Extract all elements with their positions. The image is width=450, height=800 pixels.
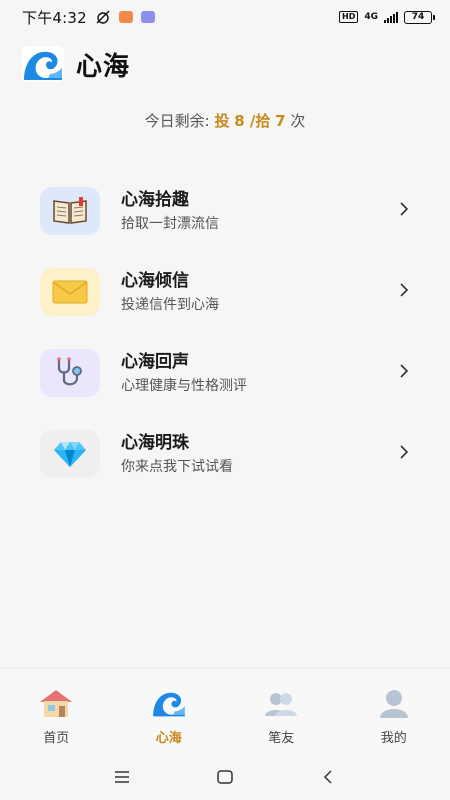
back-icon[interactable] <box>319 770 337 784</box>
wave-logo-icon <box>22 46 64 82</box>
menu-icon-bg <box>40 267 100 316</box>
alarm-off-icon <box>96 10 110 24</box>
tab-penpals[interactable]: 笔友 <box>225 669 338 754</box>
menu-item-send-letter[interactable]: 心海倾信 投递信件到心海 <box>22 251 428 332</box>
battery-level: 74 <box>411 12 425 22</box>
quota-throw-count: 8 <box>234 112 245 130</box>
menu-text: 心海回声 心理健康与性格测评 <box>121 351 247 395</box>
status-bar: 下午4:32 HD 4G 74 <box>0 0 450 34</box>
chevron-right-icon <box>400 202 409 216</box>
menu-item-subtitle: 你来点我下试试看 <box>121 458 233 475</box>
menu-item-pick-letter[interactable]: 心海拾趣 拾取一封漂流信 <box>22 170 428 251</box>
quota-separator: / <box>244 112 256 130</box>
home-square-icon[interactable] <box>216 770 234 784</box>
status-time: 下午4:32 <box>22 8 87 27</box>
menu-item-subtitle: 心理健康与性格测评 <box>121 377 247 394</box>
chevron-right-icon <box>400 445 409 459</box>
battery-icon: 74 <box>404 10 435 24</box>
book-icon <box>53 196 87 224</box>
menu-icon[interactable] <box>113 770 131 784</box>
tab-label: 我的 <box>380 731 407 746</box>
system-nav-bar <box>0 754 450 800</box>
house-icon <box>38 687 74 719</box>
menu-item-psych-test[interactable]: 心海回声 心理健康与性格测评 <box>22 332 428 413</box>
users-icon <box>263 687 299 719</box>
tab-me[interactable]: 我的 <box>338 669 450 754</box>
menu-text: 心海倾信 投递信件到心海 <box>121 270 219 314</box>
tab-home[interactable]: 首页 <box>0 669 113 754</box>
notification-message-icon <box>140 11 155 23</box>
quota-pick-label: 拾 <box>255 112 271 130</box>
menu-item-title: 心海回声 <box>121 351 189 372</box>
quota-suffix: 次 <box>285 112 306 130</box>
user-icon <box>376 687 412 719</box>
quota-pick-count: 7 <box>275 112 286 130</box>
app-header: 心海 <box>22 44 130 84</box>
menu-item-pearl[interactable]: 心海明珠 你来点我下试试看 <box>22 413 428 494</box>
status-right: HD 4G 74 <box>339 10 435 24</box>
daily-quota: 今日剩余: 投 8 /拾 7 次 <box>0 110 450 131</box>
wave-icon <box>151 687 187 719</box>
menu-text: 心海拾趣 拾取一封漂流信 <box>121 189 219 233</box>
notification-app-icon <box>118 11 133 23</box>
menu-item-title: 心海拾趣 <box>121 189 189 210</box>
feature-menu: 心海拾趣 拾取一封漂流信 心海倾信 投递信件到心海 心海回声 心理健康与性格测评… <box>22 170 428 494</box>
menu-item-subtitle: 拾取一封漂流信 <box>121 215 219 232</box>
chevron-right-icon <box>400 364 409 378</box>
menu-item-title: 心海倾信 <box>121 270 189 291</box>
diamond-icon <box>54 441 86 467</box>
quota-prefix: 今日剩余: <box>144 112 215 130</box>
chevron-right-icon <box>400 283 409 297</box>
bottom-nav: 首页 心海 笔友 我的 <box>0 668 450 754</box>
tab-label: 首页 <box>43 731 70 746</box>
menu-item-subtitle: 投递信件到心海 <box>121 296 219 313</box>
tab-ocean[interactable]: 心海 <box>113 669 226 754</box>
quota-throw-label: 投 <box>214 112 230 130</box>
menu-icon-bg <box>40 186 100 235</box>
app-title: 心海 <box>76 51 131 82</box>
status-left: 下午4:32 <box>22 7 155 28</box>
tab-label: 心海 <box>155 731 182 746</box>
hd-badge: HD <box>339 11 359 23</box>
menu-text: 心海明珠 你来点我下试试看 <box>121 432 233 476</box>
signal-icon <box>384 11 398 23</box>
network-type: 4G <box>364 11 378 22</box>
envelope-icon <box>52 280 88 303</box>
menu-icon-bg <box>40 429 100 478</box>
menu-item-title: 心海明珠 <box>121 432 189 453</box>
menu-icon-bg <box>40 348 100 397</box>
tab-label: 笔友 <box>268 731 295 746</box>
stethoscope-icon <box>57 356 82 385</box>
